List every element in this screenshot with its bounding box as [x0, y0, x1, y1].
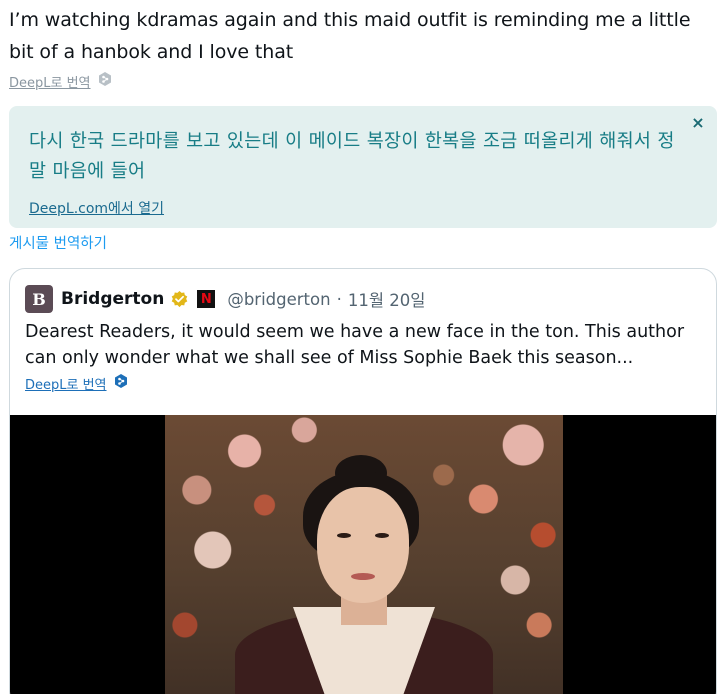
- close-icon[interactable]: ×: [689, 113, 707, 132]
- quoted-tweet-media[interactable]: [10, 415, 716, 694]
- deepl-translate-label: DeepL로 번역: [9, 75, 91, 91]
- media-photo: [165, 415, 563, 694]
- person-eye-right: [375, 533, 389, 538]
- person-eye-left: [337, 533, 351, 538]
- deepl-translate-link[interactable]: DeepL로 번역: [9, 71, 113, 91]
- tweet-text: I’m watching kdramas again and this maid…: [9, 9, 691, 63]
- translation-panel: × 다시 한국 드라마를 보고 있는데 이 메이드 복장이 한복을 조금 떠올리…: [9, 106, 717, 228]
- netflix-logo-icon: N: [197, 290, 216, 308]
- avatar[interactable]: B: [25, 285, 53, 313]
- translated-text: 다시 한국 드라마를 보고 있는데 이 메이드 복장이 한복을 조금 떠올리게 …: [29, 131, 675, 182]
- deepl-icon: [97, 71, 113, 91]
- quoted-tweet-header: B Bridgerton N @bridgerton · 11월 20일: [25, 285, 425, 313]
- person-mouth: [351, 573, 375, 580]
- quote-deepl-translate-link[interactable]: DeepL로 번역: [25, 373, 129, 393]
- open-in-deepl-link[interactable]: DeepL.com에서 열기: [29, 198, 164, 218]
- verified-badge-icon: [170, 290, 189, 309]
- quoted-tweet-text: Dearest Readers, it would seem we have a…: [25, 322, 685, 368]
- post-date[interactable]: 11월 20일: [348, 287, 426, 311]
- separator-dot: ·: [336, 289, 342, 309]
- deepl-icon: [113, 373, 129, 393]
- translate-post-link[interactable]: 게시물 번역하기: [9, 232, 107, 253]
- quote-deepl-translate-label: DeepL로 번역: [25, 377, 107, 393]
- author-name[interactable]: Bridgerton: [61, 289, 164, 309]
- author-handle[interactable]: @bridgerton: [227, 290, 330, 309]
- quoted-tweet-card[interactable]: B Bridgerton N @bridgerton · 11월 20일 Dea…: [9, 268, 717, 694]
- person-face: [317, 487, 409, 603]
